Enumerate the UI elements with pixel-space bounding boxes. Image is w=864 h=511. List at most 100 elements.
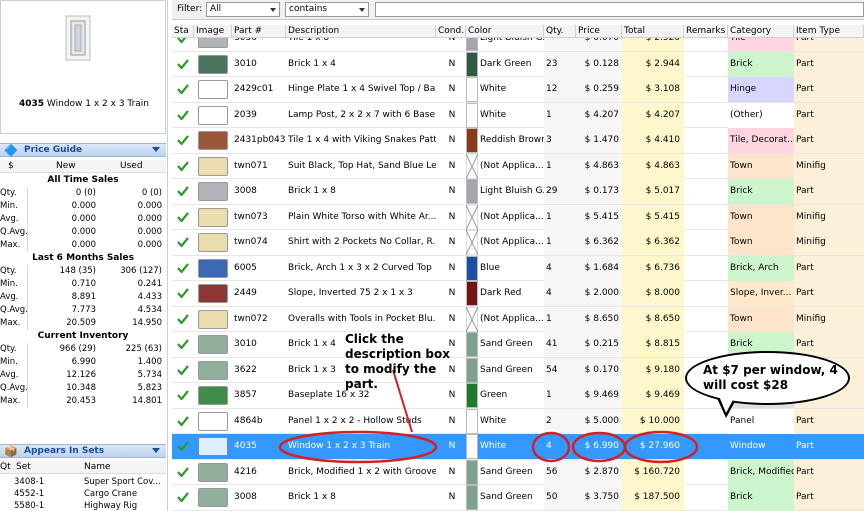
part-qty[interactable]: 1 (544, 204, 576, 230)
check-icon[interactable] (177, 364, 189, 375)
part-remarks[interactable] (684, 332, 728, 357)
part-qty[interactable]: 1 (544, 306, 576, 332)
check-icon[interactable] (177, 109, 189, 120)
part-condition[interactable]: N (436, 154, 466, 179)
part-price[interactable]: $ 2.000 (576, 281, 622, 306)
part-color[interactable]: Light Bluish G... (478, 38, 544, 51)
part-qty[interactable]: 1 (544, 230, 576, 255)
table-row[interactable]: twn071 Suit Black, Top Hat, Sand Blue Le.… (172, 153, 864, 179)
column-header-remarks[interactable]: Remarks (684, 25, 728, 38)
part-number[interactable]: 3857 (232, 383, 286, 408)
part-remarks[interactable] (684, 205, 728, 230)
part-qty[interactable]: 4 (544, 281, 576, 306)
part-condition[interactable]: N (436, 256, 466, 281)
part-remarks[interactable] (684, 38, 728, 51)
part-description[interactable]: Slope, Inverted 75 2 x 1 x 3 (286, 281, 436, 306)
part-condition[interactable]: N (436, 281, 466, 306)
part-color[interactable]: Blue (478, 256, 544, 281)
part-remarks[interactable] (684, 434, 728, 459)
part-condition[interactable]: N (436, 307, 466, 332)
set-row[interactable]: 4552-1 Cargo Crane (0, 488, 166, 500)
part-qty[interactable]: 2 (544, 408, 576, 434)
part-price[interactable]: $ 9.469 (576, 383, 622, 408)
check-icon[interactable] (177, 466, 189, 477)
check-icon[interactable] (177, 313, 189, 324)
part-price[interactable]: $ 5.415 (576, 204, 622, 230)
part-color[interactable]: White (478, 409, 544, 434)
check-icon[interactable] (177, 262, 189, 273)
part-number[interactable]: twn074 (232, 230, 286, 255)
part-color[interactable]: (Not Applica... (478, 154, 544, 179)
part-qty[interactable]: 23 (544, 51, 576, 77)
part-remarks[interactable] (684, 128, 728, 153)
part-qty[interactable]: 12 (544, 77, 576, 102)
part-color[interactable]: Sand Green (478, 460, 544, 485)
part-condition[interactable]: N (436, 52, 466, 77)
part-description[interactable]: Suit Black, Top Hat, Sand Blue Le... (286, 154, 436, 179)
part-description[interactable]: Overalls with Tools in Pocket Blu... (286, 307, 436, 332)
set-row[interactable]: 5580-1 Highway Rig (0, 500, 166, 511)
part-qty[interactable]: 1 (544, 102, 576, 128)
check-icon[interactable] (177, 38, 189, 43)
check-icon[interactable] (177, 492, 189, 502)
table-row[interactable]: twn073 Plain White Torso with White Ar...… (172, 204, 864, 230)
part-price[interactable]: $ 0.070 (576, 38, 622, 51)
part-color[interactable]: (Not Applica... (478, 205, 544, 230)
part-number[interactable]: 4216 (232, 460, 286, 485)
part-number[interactable]: 3010 (232, 332, 286, 357)
part-remarks[interactable] (684, 307, 728, 332)
part-color[interactable]: Dark Green (478, 52, 544, 77)
part-number[interactable]: 6005 (232, 256, 286, 281)
part-number[interactable]: 2449 (232, 281, 286, 306)
check-icon[interactable] (177, 415, 189, 426)
part-price[interactable]: $ 4.863 (576, 153, 622, 179)
part-price[interactable]: $ 0.170 (576, 357, 622, 383)
part-condition[interactable]: N (436, 230, 466, 255)
part-remarks[interactable] (684, 281, 728, 306)
column-header-description[interactable]: Description (286, 25, 436, 38)
part-description[interactable]: Window 1 x 2 x 3 Train (286, 434, 436, 459)
part-number[interactable]: 2429c01 (232, 77, 286, 102)
part-color[interactable]: Reddish Brown (478, 128, 544, 153)
part-price[interactable]: $ 1.470 (576, 128, 622, 153)
part-number[interactable]: twn071 (232, 154, 286, 179)
part-color[interactable]: Light Bluish G... (478, 179, 544, 204)
column-header-image[interactable]: Image (194, 25, 232, 38)
part-price[interactable]: $ 0.128 (576, 51, 622, 77)
part-number[interactable]: 2039 (232, 103, 286, 128)
table-row[interactable]: 2431pb043 Tile 1 x 4 with Viking Snakes P… (172, 128, 864, 154)
part-description[interactable]: Brick 1 x 8 (286, 485, 436, 510)
part-description[interactable]: Brick, Modified 1 x 2 with Groove (286, 460, 436, 485)
collapse-arrow-icon[interactable] (152, 147, 160, 152)
part-number[interactable]: 2431pb043 (232, 128, 286, 153)
column-header-color[interactable]: Color (466, 25, 544, 38)
part-price[interactable]: $ 1.684 (576, 255, 622, 281)
table-row[interactable]: 3008 Brick 1 x 8 N Light Bluish G... 29 $ 0.1… (172, 179, 864, 205)
part-description[interactable]: Brick, Arch 1 x 3 x 2 Curved Top (286, 256, 436, 281)
table-row[interactable]: 3008 Brick 1 x 8 N Sand Green 50 $ 3.750 $ 187… (172, 485, 864, 511)
part-qty[interactable]: 50 (544, 485, 576, 510)
set-row[interactable]: 3408-1 Super Sport Cov... (0, 476, 166, 488)
collapse-arrow-icon[interactable] (152, 448, 160, 453)
table-row[interactable]: 3036 Tile 1 x 8 N Light Bluish G... $ 0.070 $… (172, 38, 864, 52)
part-remarks[interactable] (684, 77, 728, 102)
part-condition[interactable]: N (436, 485, 466, 510)
part-condition[interactable]: N (436, 205, 466, 230)
part-color[interactable]: Sand Green (478, 485, 544, 510)
part-remarks[interactable] (684, 52, 728, 77)
check-icon[interactable] (177, 58, 189, 69)
part-qty[interactable]: 41 (544, 332, 576, 357)
column-header-price[interactable]: Price (576, 25, 622, 38)
part-remarks[interactable] (684, 460, 728, 485)
filter-mode-select[interactable]: contains (285, 2, 369, 17)
part-number[interactable]: 4035 (232, 434, 286, 459)
part-description[interactable]: Plain White Torso with White Ar... (286, 205, 436, 230)
table-row[interactable]: 2429c01 Hinge Plate 1 x 4 Swivel Top / Ba… (172, 77, 864, 103)
column-header-category[interactable]: Category (728, 25, 794, 38)
part-qty[interactable]: 3 (544, 128, 576, 153)
part-number[interactable]: 4864b (232, 409, 286, 434)
part-remarks[interactable] (684, 230, 728, 255)
part-color[interactable]: (Not Applica... (478, 307, 544, 332)
part-description[interactable]: Panel 1 x 2 x 2 - Hollow Studs (286, 409, 436, 434)
filter-field-select[interactable]: All (206, 2, 280, 17)
